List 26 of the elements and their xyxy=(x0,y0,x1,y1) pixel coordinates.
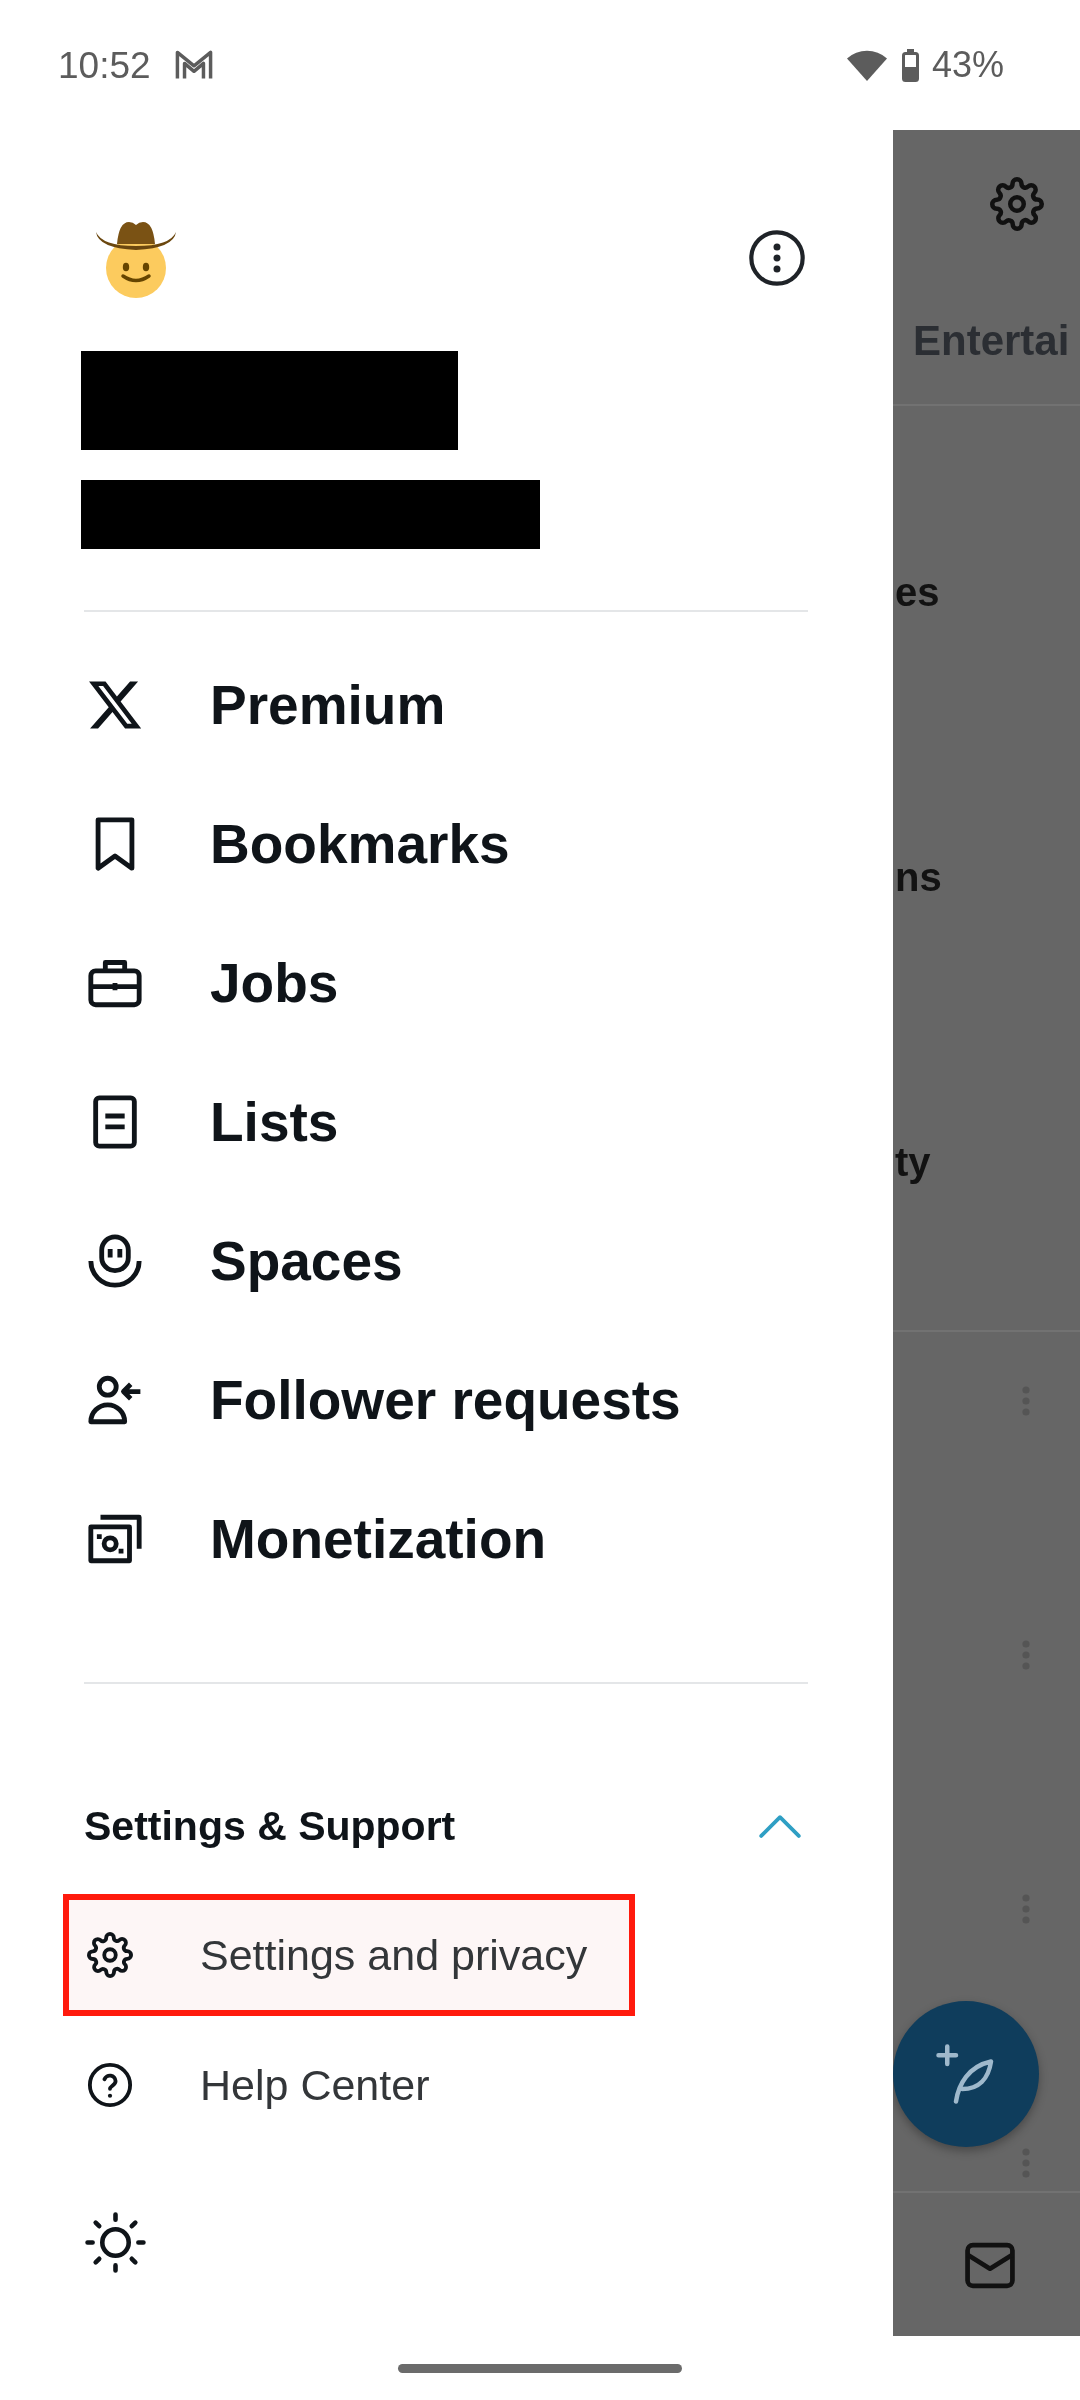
submenu-item[interactable]: Settings and privacy xyxy=(63,1894,636,2016)
row-title: es xyxy=(895,570,940,615)
help-icon xyxy=(87,2062,133,2108)
more-icon[interactable] xyxy=(749,230,805,286)
settings-icon xyxy=(87,1932,133,1978)
feather-plus-icon xyxy=(936,2044,996,2104)
status-time: 10:52 xyxy=(58,46,151,84)
m-logo-icon xyxy=(174,50,213,80)
sun-icon[interactable] xyxy=(85,2212,146,2273)
battery-percentage: 43% xyxy=(931,47,1004,83)
menu-item[interactable]: Follower requests xyxy=(84,1330,808,1469)
menu-item[interactable]: Spaces xyxy=(84,1191,808,1330)
submenu-item[interactable]: Help Center xyxy=(63,2024,478,2146)
microphone-icon xyxy=(86,1231,144,1290)
settings-icon[interactable] xyxy=(990,177,1044,231)
wifi-icon xyxy=(846,49,887,81)
menu-item[interactable]: Monetization xyxy=(84,1469,808,1608)
menu-item[interactable]: Premium xyxy=(84,635,808,774)
row-title: ns xyxy=(895,855,942,900)
battery-icon xyxy=(901,48,919,82)
section-header-button[interactable]: Settings & Support xyxy=(84,1776,808,1876)
menu-item[interactable]: Lists xyxy=(84,1052,808,1191)
menu-item[interactable]: Jobs xyxy=(84,913,808,1052)
menu-item[interactable]: Bookmarks xyxy=(84,774,808,913)
row-title: ty xyxy=(895,1140,931,1185)
mail-icon[interactable] xyxy=(964,2241,1016,2289)
